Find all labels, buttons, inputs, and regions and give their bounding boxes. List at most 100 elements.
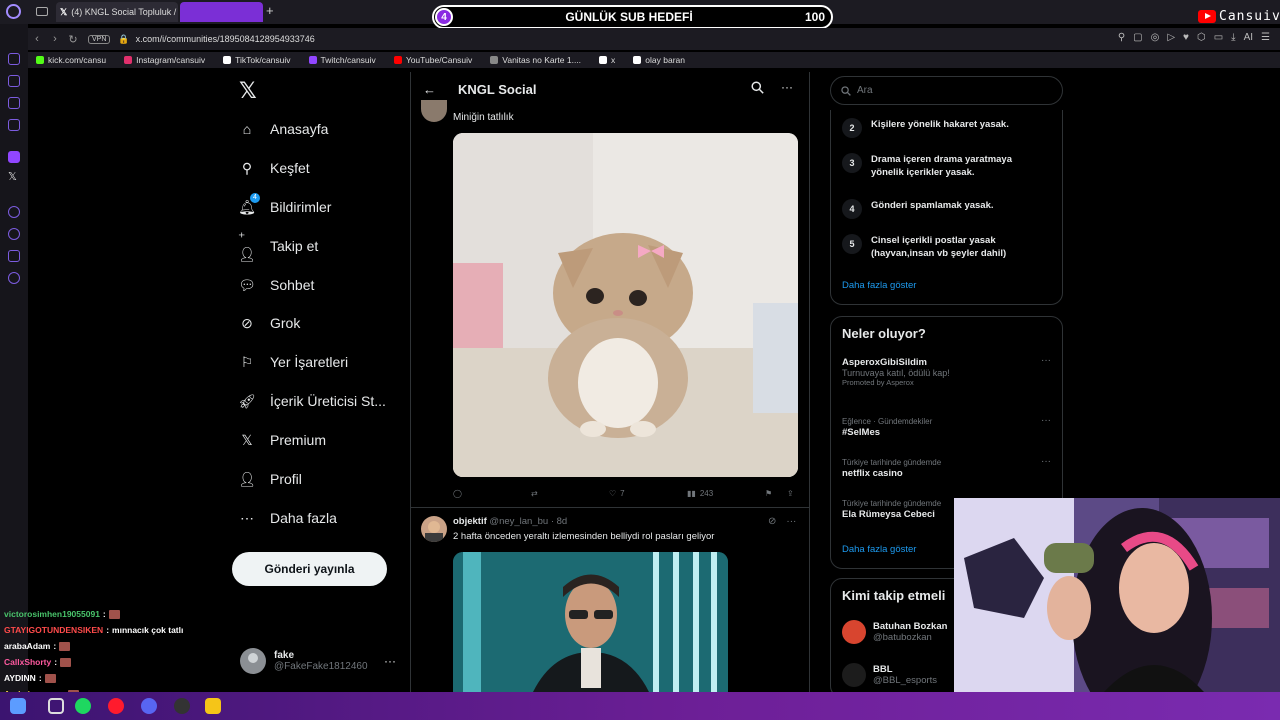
trend-item[interactable]: Türkiye tarihinde gündemde Ela Rümeysa Ce… xyxy=(842,499,941,520)
spotify-icon[interactable] xyxy=(75,698,91,714)
sidebar-app-icon[interactable] xyxy=(8,250,20,262)
search-input[interactable]: Ara xyxy=(830,76,1063,105)
trend-more-icon[interactable]: ··· xyxy=(1041,456,1051,467)
reload-icon[interactable]: ↻ xyxy=(64,33,82,46)
menu-icon[interactable]: ☰ xyxy=(1261,32,1270,43)
nav-item-search[interactable]: ⚲ Keşfet xyxy=(238,159,310,177)
extensions-icon[interactable]: ⬡ xyxy=(1197,32,1206,43)
chat-username: arabaAdam xyxy=(4,641,51,651)
account-switcher[interactable]: fake @FakeFake1812460 xyxy=(240,648,368,674)
settings-icon[interactable] xyxy=(8,272,20,284)
author-name[interactable]: objektif xyxy=(453,516,487,527)
tab-overview-icon[interactable] xyxy=(36,7,48,16)
heart-icon[interactable]: ♥ xyxy=(1183,32,1189,43)
bookmark-icon[interactable]: ⚑ xyxy=(765,489,772,498)
search-placeholder: Ara xyxy=(857,85,873,96)
bookmark-label: Twitch/cansuiv xyxy=(320,55,376,65)
nav-item-bookmark[interactable]: ⚐ Yer İşaretleri xyxy=(238,353,348,371)
file-explorer-icon[interactable] xyxy=(48,698,64,714)
nav-item-add-user[interactable]: ⁺👤︎ Takip et xyxy=(238,229,318,262)
obs-icon[interactable] xyxy=(174,698,190,714)
trend-item[interactable]: AsperoxGibiSildim Turnuvaya katıl, ödülü … xyxy=(842,357,950,387)
avatar[interactable] xyxy=(421,100,447,122)
nav-item-grok[interactable]: ⊘ Grok xyxy=(238,314,300,332)
repost-icon[interactable]: ⇄ xyxy=(531,489,538,498)
camera-icon[interactable]: ◎ xyxy=(1151,32,1160,43)
vpn-badge[interactable]: VPN xyxy=(88,34,111,44)
profile-icon: 👤︎ xyxy=(238,470,256,487)
trend-item[interactable]: Türkiye tarihinde gündemde netflix casino xyxy=(842,458,941,479)
rule-item: 3 Drama içeren drama yaratmaya yönelik iç… xyxy=(842,153,1041,179)
more-icon[interactable]: ··· xyxy=(786,516,796,527)
forward-icon[interactable]: › xyxy=(46,33,64,45)
opera-icon[interactable] xyxy=(108,698,124,714)
nav-item-chat[interactable]: 💬︎ Sohbet xyxy=(238,276,314,294)
nav-item-more-circle[interactable]: ⋯ Daha fazla xyxy=(238,509,337,527)
wallet-icon[interactable]: ▭ xyxy=(1214,32,1223,43)
snapshot-icon[interactable]: ▢ xyxy=(1133,32,1142,43)
reply-icon[interactable]: ◯ xyxy=(453,489,462,498)
browser-sidebar: 𝕏 xyxy=(0,24,28,692)
author-handle[interactable]: @ney_lan_bu xyxy=(489,516,548,527)
nav-item-rocket[interactable]: 🚀︎ İçerik Üreticisi St... xyxy=(238,392,386,410)
emote-icon xyxy=(108,609,120,619)
app-icon[interactable] xyxy=(205,698,221,714)
player-icon[interactable]: ▷ xyxy=(1167,32,1175,43)
opera-logo-icon[interactable] xyxy=(6,4,21,19)
account-more-icon[interactable]: ··· xyxy=(384,654,396,668)
sidebar-app-icon[interactable] xyxy=(8,75,20,87)
discord-icon[interactable] xyxy=(141,698,157,714)
ai-button[interactable]: AI xyxy=(1244,32,1253,43)
trend-more-icon[interactable]: ··· xyxy=(1041,355,1051,366)
bookmark-item[interactable]: Twitch/cansuiv xyxy=(308,55,376,65)
follow-suggestion[interactable]: Batuhan Bozkan @batubozkan xyxy=(842,620,947,644)
views-button[interactable]: ▮▮ 243 xyxy=(687,489,713,498)
browser-tab[interactable]: 𝕏 (4) KNGL Social Topluluk / xyxy=(56,2,178,22)
sidebar-app-icon[interactable] xyxy=(8,53,20,65)
show-more-link[interactable]: Daha fazla göster xyxy=(842,544,916,555)
url-field[interactable]: x.com/i/communities/1895084128954933746 xyxy=(136,34,315,44)
grok-icon[interactable]: ⊘ xyxy=(768,516,776,527)
nav-item-x[interactable]: 𝕏 Premium xyxy=(238,431,326,449)
show-more-link[interactable]: Daha fazla göster xyxy=(842,280,916,291)
bookmark-item[interactable]: Vanitas no Karte 1.... xyxy=(490,55,581,65)
pin-icon[interactable]: ⚲ xyxy=(1118,32,1125,43)
bookmark-item[interactable]: TikTok/cansuiv xyxy=(223,55,291,65)
nav-item-bell[interactable]: 🔔︎ 4 Bildirimler xyxy=(238,193,331,216)
bookmark-item[interactable]: YouTube/Cansuiv xyxy=(393,55,472,65)
bookmark-item[interactable]: Instagram/cansuiv xyxy=(124,55,205,65)
man-photo[interactable] xyxy=(453,552,728,692)
back-icon[interactable]: ‹ xyxy=(28,33,46,45)
rule-number: 4 xyxy=(842,199,862,219)
sidebar-app-icon[interactable] xyxy=(8,97,20,109)
x-sidebar-icon[interactable]: 𝕏 xyxy=(8,170,17,183)
rule-item: 4 Gönderi spamlamak yasak. xyxy=(842,199,1041,219)
windows-start-icon[interactable] xyxy=(10,698,26,714)
twitch-icon[interactable] xyxy=(8,151,20,163)
avatar[interactable] xyxy=(421,516,447,542)
rule-text: Kişilere yönelik hakaret yasak. xyxy=(871,119,1009,130)
history-icon[interactable] xyxy=(8,228,20,240)
nav-item-home[interactable]: ⌂ Anasayfa xyxy=(238,120,329,138)
nav-item-profile[interactable]: 👤︎ Profil xyxy=(238,470,302,488)
post-button[interactable]: Gönderi yayınla xyxy=(232,552,387,586)
sidebar-app-icon[interactable] xyxy=(8,206,20,218)
trend-item[interactable]: Eğlence · Gündemdekiler #SelMes xyxy=(842,417,932,438)
new-tab-button[interactable]: + xyxy=(266,3,274,18)
search-icon[interactable] xyxy=(751,81,764,99)
lock-icon[interactable]: 🔒 xyxy=(118,34,129,45)
back-arrow-icon[interactable]: ← xyxy=(423,82,436,97)
kitten-photo[interactable] xyxy=(453,133,798,477)
share-icon[interactable]: ⇪ xyxy=(787,489,794,498)
chat-separator: : xyxy=(38,673,42,683)
follow-suggestion[interactable]: BBL @BBL_esports xyxy=(842,663,937,687)
x-logo-icon[interactable]: 𝕏 xyxy=(239,79,257,104)
sidebar-app-icon[interactable] xyxy=(8,119,20,131)
bookmark-item[interactable]: kick.com/cansu xyxy=(36,55,106,65)
more-icon[interactable]: ··· xyxy=(781,80,793,94)
bookmark-item[interactable]: x xyxy=(599,55,615,65)
trend-more-icon[interactable]: ··· xyxy=(1041,415,1051,426)
like-button[interactable]: ♡ 7 xyxy=(609,489,625,498)
download-icon[interactable]: ⤓ xyxy=(1231,32,1235,43)
bookmark-item[interactable]: olay baran xyxy=(633,55,685,65)
